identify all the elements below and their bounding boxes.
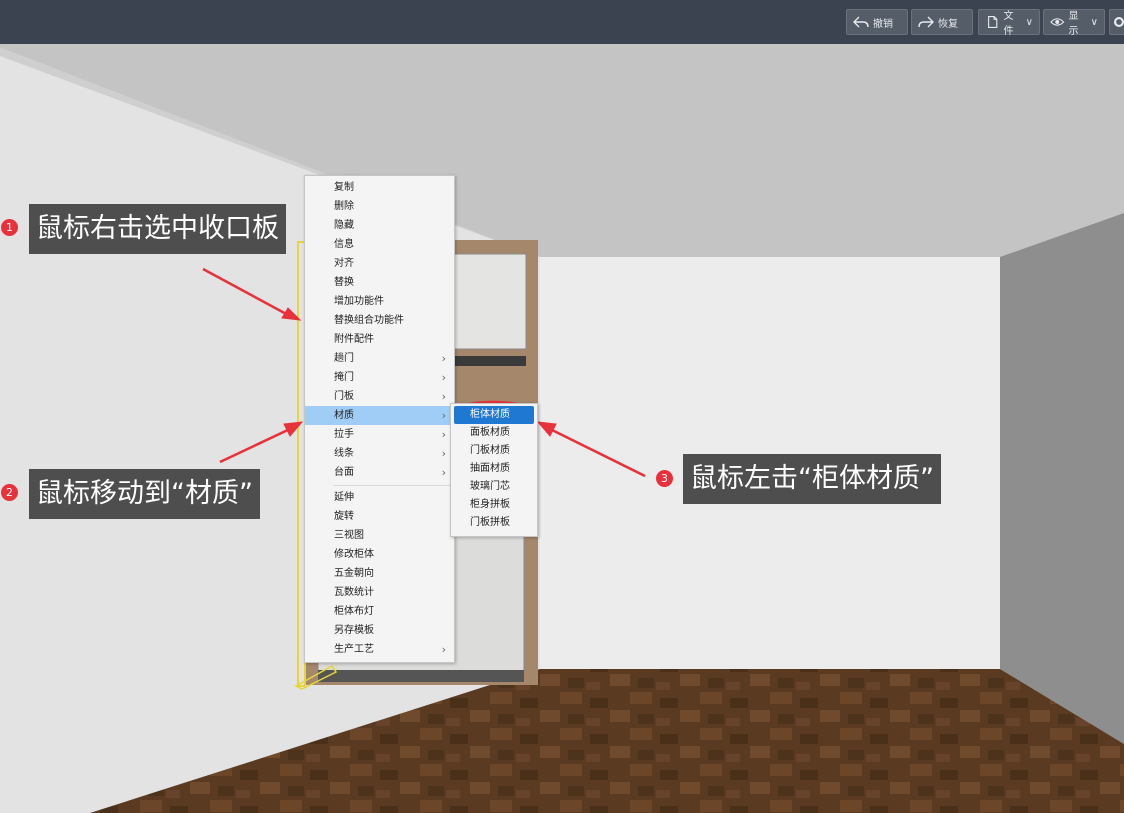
menu-item-label: 拉手 xyxy=(334,429,354,440)
menu-item-label: 趟门 xyxy=(334,353,354,364)
menu-item-label: 隐藏 xyxy=(334,220,354,231)
menu-item-label: 修改柜体 xyxy=(334,549,374,560)
gear-icon xyxy=(1113,16,1124,28)
chevron-right-icon: › xyxy=(441,390,446,403)
display-label: 显示 xyxy=(1068,11,1079,37)
room-3d-viewport[interactable] xyxy=(0,44,1124,813)
file-icon xyxy=(988,16,998,28)
menu-item-molding[interactable]: 线条 › xyxy=(305,444,454,463)
redo-label: 恢复 xyxy=(938,18,958,30)
chevron-right-icon: › xyxy=(441,428,446,441)
menu-item-countertop[interactable]: 台面 › xyxy=(305,463,454,482)
menu-item-label: 附件配件 xyxy=(334,334,374,345)
menu-item-label: 线条 xyxy=(334,448,354,459)
menu-item-label: 延伸 xyxy=(334,492,354,503)
menu-item-align[interactable]: 对齐 xyxy=(305,254,454,273)
menu-item-handle[interactable]: 拉手 › xyxy=(305,425,454,444)
menu-item-replace-combo-part[interactable]: 替换组合功能件 xyxy=(305,311,454,330)
menu-item-label: 复制 xyxy=(334,182,354,193)
submenu-item-cabinet-material[interactable]: 柜体材质 xyxy=(454,406,534,424)
menu-item-label: 三视图 xyxy=(334,530,364,541)
display-menu-button[interactable]: 显示 ∨ xyxy=(1043,9,1105,37)
annotation-callout: 鼠标右击选中收口板 xyxy=(29,204,286,254)
menu-item-label: 门板 xyxy=(334,391,354,402)
submenu-item-door-material[interactable]: 门板材质 xyxy=(451,442,537,460)
menu-item-door-panel[interactable]: 门板 › xyxy=(305,387,454,406)
annotation-callout: 鼠标左击“柜体材质” xyxy=(683,454,941,504)
redo-button[interactable]: 恢复 xyxy=(911,9,973,35)
redo-icon xyxy=(918,16,934,28)
menu-item-label: 材质 xyxy=(334,410,354,421)
menu-item-label: 另存模板 xyxy=(334,625,374,636)
menu-item-label: 增加功能件 xyxy=(334,296,384,307)
menu-item-delete[interactable]: 删除 xyxy=(305,197,454,216)
undo-label: 撤销 xyxy=(873,18,893,30)
chevron-right-icon: › xyxy=(441,466,446,479)
undo-button[interactable]: 撤销 xyxy=(846,9,908,35)
menu-item-hardware-orientation[interactable]: 五金朝向 xyxy=(305,564,454,583)
context-menu: 复制 删除 隐藏 信息 对齐 替换 增加功能件 替换组合功能件 附件配件 趟门 ›… xyxy=(304,175,455,663)
chevron-down-icon: ∨ xyxy=(1090,16,1098,28)
menu-item-label: 旋转 xyxy=(334,511,354,522)
menu-item-modify-cabinet[interactable]: 修改柜体 xyxy=(305,545,454,564)
menu-item-material[interactable]: 材质 › xyxy=(305,406,454,425)
annotation-callout: 鼠标移动到“材质” xyxy=(29,469,260,519)
menu-item-label: 五金朝向 xyxy=(334,568,374,579)
undo-icon xyxy=(853,16,869,28)
step-badge: 2 xyxy=(1,484,18,501)
submenu-item-glass-door-core[interactable]: 玻璃门芯 xyxy=(451,478,537,496)
step-badge: 1 xyxy=(1,219,18,236)
menu-item-label: 瓦数统计 xyxy=(334,587,374,598)
chevron-down-icon: ∨ xyxy=(1025,16,1033,28)
menu-item-add-functional-part[interactable]: 增加功能件 xyxy=(305,292,454,311)
menu-item-save-template[interactable]: 另存模板 xyxy=(305,621,454,640)
menu-item-label: 掩门 xyxy=(334,372,354,383)
file-menu-button[interactable]: 文件 ∨ xyxy=(978,9,1040,37)
step-badge: 3 xyxy=(656,470,673,487)
menu-item-label: 信息 xyxy=(334,239,354,250)
chevron-right-icon: › xyxy=(441,447,446,460)
settings-button[interactable] xyxy=(1109,9,1124,35)
material-submenu: 柜体材质 面板材质 门板材质 抽面材质 玻璃门芯 柜身拼板 门板拼板 xyxy=(450,403,538,537)
submenu-item-cabinet-splice[interactable]: 柜身拼板 xyxy=(451,496,537,514)
submenu-item-surface-material[interactable]: 面板材质 xyxy=(451,424,537,442)
menu-item-label: 对齐 xyxy=(334,258,354,269)
menu-item-cabinet-lighting[interactable]: 柜体布灯 xyxy=(305,602,454,621)
menu-item-replace[interactable]: 替换 xyxy=(305,273,454,292)
chevron-right-icon: › xyxy=(441,352,446,365)
menu-item-rotate[interactable]: 旋转 xyxy=(305,507,454,526)
menu-item-label: 替换组合功能件 xyxy=(334,315,404,326)
menu-item-copy[interactable]: 复制 xyxy=(305,178,454,197)
file-label: 文件 xyxy=(1003,11,1014,37)
menu-item-hide[interactable]: 隐藏 xyxy=(305,216,454,235)
menu-item-label: 删除 xyxy=(334,201,354,212)
menu-item-hinged-door[interactable]: 掩门 › xyxy=(305,368,454,387)
chevron-right-icon: › xyxy=(441,371,446,384)
submenu-item-door-splice[interactable]: 门板拼板 xyxy=(451,514,537,532)
top-toolbar: 撤销 恢复 文件 ∨ 显示 ∨ xyxy=(0,0,1124,44)
menu-item-info[interactable]: 信息 xyxy=(305,235,454,254)
menu-item-extend[interactable]: 延伸 xyxy=(305,488,454,507)
menu-item-label: 柜体布灯 xyxy=(334,606,374,617)
menu-item-label: 生产工艺 xyxy=(334,644,374,655)
menu-item-wattage-stats[interactable]: 瓦数统计 xyxy=(305,583,454,602)
chevron-right-icon: › xyxy=(441,409,446,422)
menu-item-accessories[interactable]: 附件配件 xyxy=(305,330,454,349)
menu-item-sliding-door[interactable]: 趟门 › xyxy=(305,349,454,368)
menu-item-label: 替换 xyxy=(334,277,354,288)
menu-separator xyxy=(333,485,452,486)
menu-item-production-process[interactable]: 生产工艺 › xyxy=(305,640,454,659)
eye-icon xyxy=(1050,18,1065,26)
menu-item-three-views[interactable]: 三视图 xyxy=(305,526,454,545)
chevron-right-icon: › xyxy=(441,643,446,656)
menu-item-label: 台面 xyxy=(334,467,354,478)
submenu-item-drawer-front-material[interactable]: 抽面材质 xyxy=(451,460,537,478)
